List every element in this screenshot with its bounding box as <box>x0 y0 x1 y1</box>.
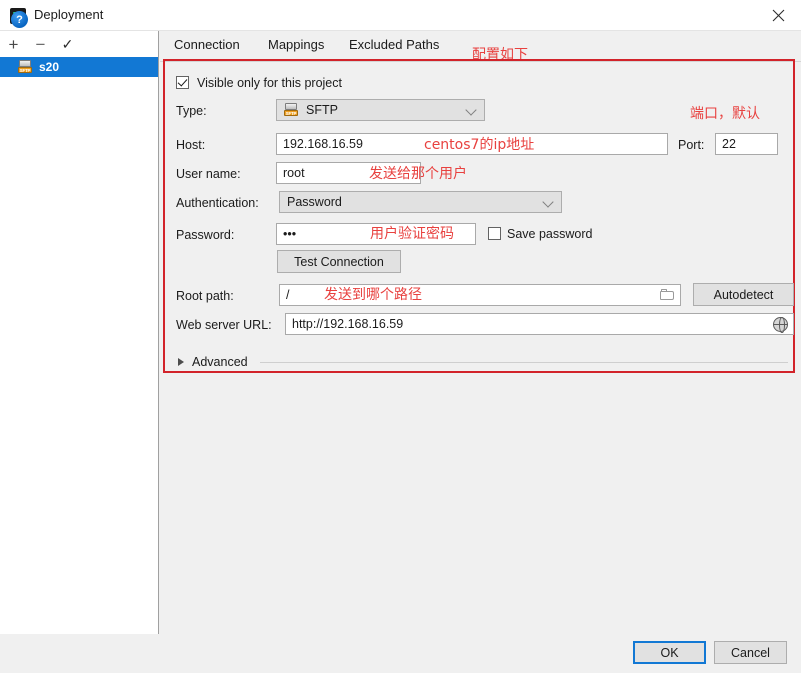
host-input[interactable]: 192.168.16.59 <box>276 133 668 155</box>
user-name-input[interactable]: root <box>276 162 421 184</box>
sidebar-toolbar: + − ✓ <box>0 31 158 57</box>
connection-settings-panel: Visible only for this project Type: SFTP… <box>166 62 794 370</box>
chevron-right-icon <box>178 358 184 366</box>
autodetect-button[interactable]: Autodetect <box>693 283 794 306</box>
type-label: Type: <box>176 104 207 118</box>
save-password-checkbox[interactable] <box>488 227 501 240</box>
password-input[interactable]: ••• <box>276 223 476 245</box>
password-label: Password: <box>176 228 235 242</box>
visible-only-checkbox[interactable] <box>176 76 189 89</box>
folder-icon[interactable] <box>660 289 675 301</box>
port-input[interactable]: 22 <box>715 133 778 155</box>
tab-excluded-paths[interactable]: Excluded Paths <box>345 35 443 54</box>
authentication-label: Authentication: <box>176 196 259 210</box>
server-list: s20 <box>0 57 158 77</box>
window-title: Deployment <box>34 7 104 22</box>
authentication-value: Password <box>287 195 342 209</box>
tab-bar: Connection Mappings Excluded Paths <box>160 31 801 63</box>
close-icon <box>772 9 784 22</box>
close-button[interactable] <box>755 0 801 31</box>
host-value: 192.168.16.59 <box>283 137 363 151</box>
annotation-port-note: 端口，默认 <box>690 106 760 122</box>
tab-connection[interactable]: Connection <box>170 35 244 54</box>
advanced-divider <box>260 362 788 363</box>
host-label: Host: <box>176 138 206 152</box>
globe-icon[interactable] <box>773 317 788 333</box>
advanced-label: Advanced <box>192 355 248 369</box>
chevron-down-icon <box>544 198 553 207</box>
use-as-default-button[interactable]: ✓ <box>54 32 81 56</box>
deployment-dialog: PC Deployment + − ✓ s20 Conn <box>0 0 801 673</box>
root-path-label: Root path: <box>176 289 234 303</box>
user-name-value: root <box>283 166 305 180</box>
test-connection-button[interactable]: Test Connection <box>277 250 401 273</box>
tab-mappings[interactable]: Mappings <box>264 35 328 54</box>
title-bar: PC Deployment <box>0 0 801 31</box>
sidebar-item-label: s20 <box>39 60 60 74</box>
web-server-url-value: http://192.168.16.59 <box>292 317 404 331</box>
type-combobox[interactable]: SFTP <box>276 99 485 121</box>
sidebar-item-s20[interactable]: s20 <box>0 57 158 77</box>
sftp-server-icon <box>18 60 33 74</box>
port-value: 22 <box>722 137 736 151</box>
add-server-button[interactable]: + <box>0 32 27 56</box>
password-value: ••• <box>283 227 297 241</box>
visible-only-label: Visible only for this project <box>197 76 342 90</box>
authentication-combobox[interactable]: Password <box>279 191 562 213</box>
cancel-button[interactable]: Cancel <box>714 641 787 664</box>
save-password-label: Save password <box>507 227 593 241</box>
ok-button[interactable]: OK <box>633 641 706 664</box>
chevron-down-icon <box>467 106 476 115</box>
remove-server-button[interactable]: − <box>27 32 54 56</box>
server-list-sidebar: + − ✓ s20 <box>0 31 159 634</box>
port-label: Port: <box>678 138 705 152</box>
help-button[interactable]: ? <box>11 11 28 28</box>
advanced-section-toggle[interactable]: Advanced <box>178 355 248 369</box>
root-path-input[interactable]: / <box>279 284 681 306</box>
user-name-label: User name: <box>176 167 241 181</box>
web-server-url-input[interactable]: http://192.168.16.59 <box>285 313 794 335</box>
web-server-url-label: Web server URL: <box>176 318 272 332</box>
sftp-type-icon <box>284 103 299 117</box>
type-value: SFTP <box>306 103 338 117</box>
root-path-value: / <box>286 288 290 302</box>
